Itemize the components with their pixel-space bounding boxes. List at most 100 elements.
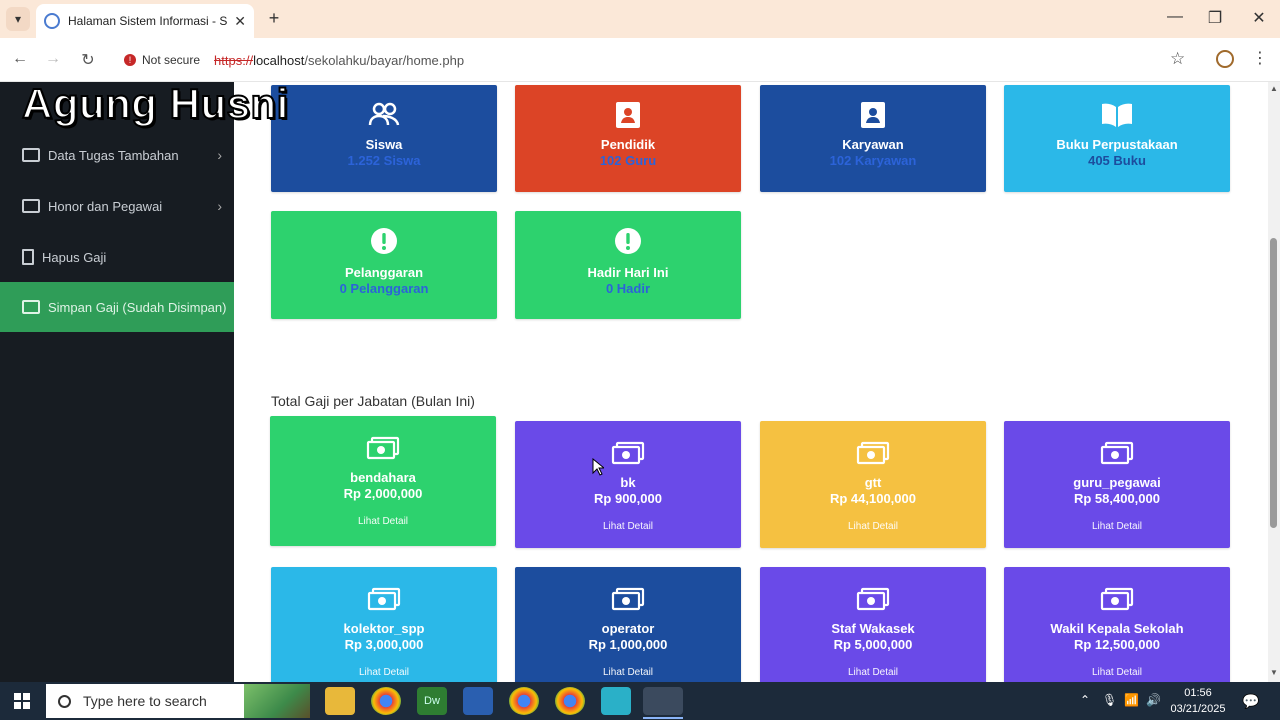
omnibox[interactable]: ! Not secure https://localhost/sekolahku… xyxy=(112,44,1202,76)
windows-start-icon[interactable] xyxy=(14,693,30,709)
alert-icon xyxy=(615,228,641,254)
trash-icon xyxy=(22,249,34,265)
section-title: Total Gaji per Jabatan (Bulan Ini) xyxy=(271,393,475,409)
not-secure-label[interactable]: Not secure xyxy=(142,53,200,67)
stat-card-karyawan[interactable]: Karyawan 102 Karyawan xyxy=(760,85,986,192)
active-indicator xyxy=(643,717,683,719)
salary-label: bendahara xyxy=(350,470,416,485)
back-button[interactable]: ← xyxy=(9,50,31,68)
book-icon xyxy=(1102,103,1132,127)
chrome-icon[interactable] xyxy=(371,687,401,715)
salary-card-bk[interactable]: bk Rp 900,000 Lihat Detail xyxy=(515,421,741,548)
site-favicon-icon xyxy=(44,13,60,29)
active-chrome-icon[interactable] xyxy=(643,687,683,715)
salary-card-wakil-kepala-sekolah[interactable]: Wakil Kepala Sekolah Rp 12,500,000 Lihat… xyxy=(1004,567,1230,682)
salary-card-kolektor-spp[interactable]: kolektor_spp Rp 3,000,000 Lihat Detail xyxy=(271,567,497,682)
detail-link[interactable]: Lihat Detail xyxy=(515,521,741,532)
sidebar-item-label: Honor dan Pegawai xyxy=(48,198,163,214)
detail-link[interactable]: Lihat Detail xyxy=(1004,667,1230,678)
chrome-profile-icon[interactable] xyxy=(555,687,585,715)
stat-card-buku[interactable]: Buku Perpustakaan 405 Buku xyxy=(1004,85,1230,192)
chrome-profile-icon[interactable] xyxy=(509,687,539,715)
stat-label: Pelanggaran xyxy=(344,265,424,280)
tab-search-button[interactable]: ▾ xyxy=(6,7,30,31)
main-content: Siswa 1.252 Siswa Pendidik 102 Guru Kary… xyxy=(234,82,1268,682)
taskbar-clock[interactable]: 01:56 03/21/2025 xyxy=(1168,685,1228,717)
users-icon xyxy=(368,102,400,126)
forward-button[interactable]: → xyxy=(42,50,64,68)
detail-link[interactable]: Lihat Detail xyxy=(271,667,497,678)
search-placeholder: Type here to search xyxy=(83,693,207,709)
network-icon[interactable]: 📶 xyxy=(1124,693,1139,707)
detail-link[interactable]: Lihat Detail xyxy=(760,667,986,678)
sidebar-item-honor-dan-pegawai[interactable]: Honor dan Pegawai › xyxy=(0,181,234,231)
close-window-button[interactable]: ✕ xyxy=(1244,8,1274,28)
app-icon[interactable] xyxy=(601,687,631,715)
clock-date: 03/21/2025 xyxy=(1170,703,1226,715)
salary-card-guru-pegawai[interactable]: guru_pegawai Rp 58,400,000 Lihat Detail xyxy=(1004,421,1230,548)
tray-chevron-icon[interactable]: ⌃ xyxy=(1080,693,1090,707)
app-icon[interactable] xyxy=(463,687,493,715)
salary-label: Staf Wakasek xyxy=(831,621,915,636)
money-icon xyxy=(1100,441,1134,465)
url-text[interactable]: https://localhost/sekolahku/bayar/home.p… xyxy=(214,53,464,68)
salary-card-bendahara[interactable]: bendahara Rp 2,000,000 Lihat Detail xyxy=(270,416,496,546)
sidebar-item-simpan-gaji[interactable]: Simpan Gaji (Sudah Disimpan) xyxy=(0,282,234,332)
money-icon xyxy=(611,587,645,611)
url-scheme: https:// xyxy=(214,52,254,68)
salary-card-staf-wakasek[interactable]: Staf Wakasek Rp 5,000,000 Lihat Detail xyxy=(760,567,986,682)
taskbar-search[interactable]: Type here to search xyxy=(46,684,310,718)
sidebar-item-data-tugas-tambahan[interactable]: Data Tugas Tambahan › xyxy=(0,130,234,180)
stat-card-pelanggaran[interactable]: Pelanggaran 0 Pelanggaran xyxy=(271,211,497,319)
stat-label: Pendidik xyxy=(600,137,656,152)
stat-card-hadir[interactable]: Hadir Hari Ini 0 Hadir xyxy=(515,211,741,319)
money-icon xyxy=(367,587,401,611)
restore-button[interactable]: ❐ xyxy=(1200,8,1230,28)
salary-value: Rp 1,000,000 xyxy=(588,637,668,652)
close-tab-icon[interactable]: ✕ xyxy=(234,13,246,30)
microphone-icon[interactable]: 🎙 xyxy=(1102,693,1117,707)
stat-label: Siswa xyxy=(365,137,403,152)
profile-icon[interactable] xyxy=(1216,50,1234,68)
salary-card-gtt[interactable]: gtt Rp 44,100,000 Lihat Detail xyxy=(760,421,986,548)
tab-title: Halaman Sistem Informasi - SMK xyxy=(68,14,229,28)
detail-link[interactable]: Lihat Detail xyxy=(515,667,741,678)
salary-label: guru_pegawai xyxy=(1073,475,1161,490)
sidebar-item-label: Simpan Gaji (Sudah Disimpan) xyxy=(48,299,227,315)
stat-card-pendidik[interactable]: Pendidik 102 Guru xyxy=(515,85,741,192)
scroll-down-icon[interactable]: ▼ xyxy=(1268,668,1280,677)
notifications-icon[interactable]: 💬 xyxy=(1242,693,1259,710)
bookmark-star-icon[interactable]: ☆ xyxy=(1170,49,1185,69)
stat-value: 1.252 Siswa xyxy=(347,153,421,168)
file-explorer-icon[interactable] xyxy=(325,687,355,715)
browser-tab[interactable]: Halaman Sistem Informasi - SMK ✕ xyxy=(36,4,254,38)
stat-label: Karyawan xyxy=(842,137,904,152)
reload-button[interactable]: ↻ xyxy=(77,50,99,70)
detail-link[interactable]: Lihat Detail xyxy=(1004,521,1230,532)
dreamweaver-icon[interactable]: Dw xyxy=(417,687,447,715)
stat-value: 0 Hadir xyxy=(605,281,651,296)
chevron-right-icon: › xyxy=(217,147,222,163)
minimize-button[interactable]: — xyxy=(1160,8,1190,26)
salary-card-operator[interactable]: operator Rp 1,000,000 Lihat Detail xyxy=(515,567,741,682)
mouse-cursor-icon xyxy=(592,458,604,476)
scroll-up-icon[interactable]: ▲ xyxy=(1268,84,1280,93)
scrollbar-thumb[interactable] xyxy=(1270,238,1277,528)
stat-card-siswa[interactable]: Siswa 1.252 Siswa xyxy=(271,85,497,192)
browser-menu-icon[interactable]: ⋮ xyxy=(1252,48,1268,68)
sidebar-item-hapus-gaji[interactable]: Hapus Gaji xyxy=(0,232,234,282)
url-path: /sekolahku/bayar/home.php xyxy=(304,52,465,68)
money-icon xyxy=(611,441,645,465)
detail-link[interactable]: Lihat Detail xyxy=(270,516,496,527)
search-highlight-image xyxy=(244,684,310,718)
search-icon xyxy=(58,694,71,708)
new-tab-button[interactable]: + xyxy=(262,7,286,31)
salary-label: bk xyxy=(620,475,636,490)
detail-link[interactable]: Lihat Detail xyxy=(760,521,986,532)
windows-taskbar: Type here to search Dw ⌃ 🎙 📶 🔊 01:56 03/… xyxy=(0,682,1280,720)
chevron-right-icon: › xyxy=(217,198,222,214)
salary-label: gtt xyxy=(864,475,882,490)
address-toolbar: ← → ↻ ! Not secure https://localhost/sek… xyxy=(0,38,1280,82)
salary-value: Rp 2,000,000 xyxy=(343,486,423,501)
volume-icon[interactable]: 🔊 xyxy=(1146,693,1161,707)
